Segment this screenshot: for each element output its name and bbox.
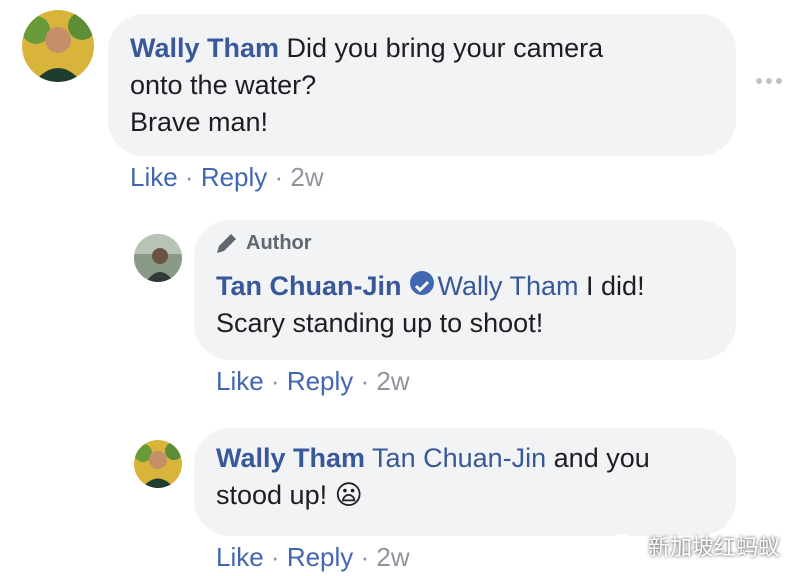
like-button[interactable]: Like — [216, 366, 264, 396]
reply-button[interactable]: Reply — [201, 162, 267, 192]
reply-button[interactable]: Reply — [287, 542, 353, 572]
pencil-icon — [217, 234, 236, 253]
comment-bubble: Wally Tham Did you bring your camera ont… — [108, 14, 736, 156]
avatar-wally-tham[interactable] — [134, 440, 182, 488]
separator: · — [263, 542, 287, 572]
timestamp[interactable]: 2w — [290, 162, 323, 192]
reply-bubble: Wally Tham Tan Chuan-Jin and you stood u… — [194, 428, 736, 536]
reply-text: Tan Chuan-Jin Wally Tham I did! Scary sta… — [216, 268, 645, 342]
reply-actions: Like · Reply · 2w — [216, 542, 410, 573]
worried-face-emoji-icon: 😦 — [334, 480, 363, 510]
separator: · — [177, 162, 201, 192]
watermark-text: 新加坡红蚂蚁 — [648, 535, 781, 560]
separator: · — [267, 162, 291, 192]
separator: · — [353, 542, 377, 572]
reply-body-line2: Scary standing up to shoot! — [216, 308, 544, 338]
timestamp[interactable]: 2w — [376, 542, 409, 572]
mention-link[interactable]: Tan Chuan-Jin — [372, 443, 546, 473]
like-button[interactable]: Like — [130, 162, 178, 192]
verified-check-icon — [409, 271, 434, 295]
reply-body-line1: I did! — [578, 271, 645, 301]
reply-actions: Like · Reply · 2w — [216, 366, 410, 397]
reply-body-line1: and you — [546, 443, 650, 473]
comment-body-line1: Did you bring your camera — [286, 33, 604, 63]
comment-author-name[interactable]: Wally Tham — [130, 33, 279, 63]
separator: · — [263, 366, 287, 396]
reply-text: Wally Tham Tan Chuan-Jin and you stood u… — [216, 440, 736, 514]
reply-button[interactable]: Reply — [287, 366, 353, 396]
comment-body-line3: Brave man! — [130, 107, 269, 137]
author-badge: Author — [214, 230, 312, 256]
reply-author-name[interactable]: Wally Tham — [216, 443, 365, 473]
reply-body-line2: stood up! — [216, 480, 335, 510]
like-button[interactable]: Like — [216, 542, 264, 572]
timestamp[interactable]: 2w — [376, 366, 409, 396]
wechat-icon — [610, 534, 640, 558]
author-badge-label: Author — [246, 231, 312, 254]
avatar-tan-chuan-jin[interactable] — [134, 234, 182, 282]
mention-link[interactable]: Wally Tham — [438, 271, 579, 301]
reply-author-name[interactable]: Tan Chuan-Jin — [216, 271, 402, 301]
separator: · — [353, 366, 377, 396]
watermark: 新加坡红蚂蚁 — [610, 530, 780, 562]
comment-body-line2: onto the water? — [130, 70, 317, 100]
more-options-icon[interactable] — [756, 78, 782, 84]
comment-actions: Like · Reply · 2w — [130, 162, 324, 193]
avatar-wally-tham[interactable] — [22, 10, 94, 82]
comment-text: Wally Tham Did you bring your camera ont… — [130, 30, 714, 141]
